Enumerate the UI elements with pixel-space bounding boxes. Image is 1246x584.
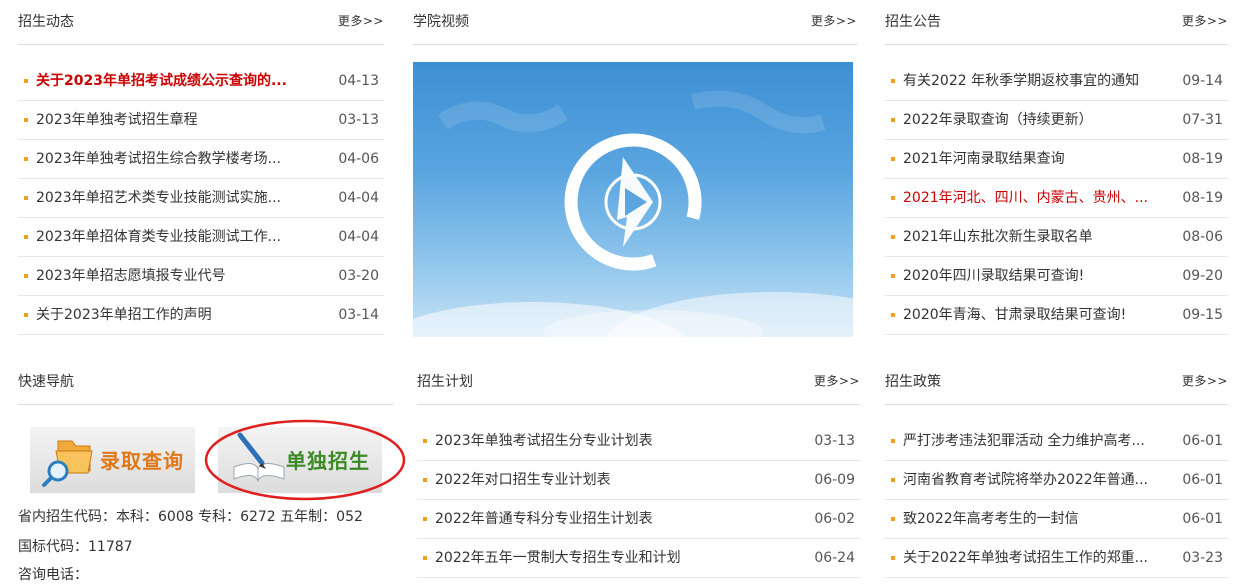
list-item[interactable]: 关于2022年单独考试招生工作的郑重... 03-23 [885,539,1228,578]
admission-notice-panel: 招生公告 更多>> 有关2022 年秋季学期返校事宜的通知 09-14 2022年… [885,0,1228,335]
panel-header: 招生计划 更多>> [417,360,860,405]
list-item[interactable]: 2020年青海、甘肃录取结果可查询! 09-15 [885,296,1228,335]
list-item[interactable]: 2022年普通专科分专业招生计划表 06-02 [417,500,860,539]
panel-header: 招生公告 更多>> [885,0,1228,45]
list-item[interactable]: 2023年单招体育类专业技能测试工作... 04-04 [18,218,384,257]
news-list: 2023年单独考试招生分专业计划表 03-13 2022年对口招生专业计划表 06-… [417,422,860,578]
bullet-icon [891,274,895,278]
panel-title: 学院视频 [413,14,469,30]
bullet-icon [891,478,895,482]
bullet-icon [891,157,895,161]
panel-header: 学院视频 更多>> [413,0,857,45]
list-item[interactable]: 河南省教育考试院将举办2022年普通... 06-01 [885,461,1228,500]
bullet-icon [891,517,895,521]
bullet-icon [891,79,895,83]
bullet-icon [24,157,28,161]
bullet-icon [891,439,895,443]
more-link[interactable]: 更多>> [338,12,384,29]
panel-title: 招生公告 [885,14,941,30]
list-item[interactable]: 2023年单招艺术类专业技能测试实施... 04-04 [18,179,384,218]
admission-code-text: 省内招生代码：本科：6008 专科：6272 五年制：052 [18,509,363,525]
list-item[interactable]: 2021年河南录取结果查询 08-19 [885,140,1228,179]
bullet-icon [24,313,28,317]
bullet-icon [24,196,28,200]
folder-search-icon [42,440,93,487]
bullet-icon [24,235,28,239]
list-item[interactable]: 2022年五年一贯制大专招生专业和计划 06-24 [417,539,860,578]
panel-title: 招生政策 [885,374,941,390]
news-list: 有关2022 年秋季学期返校事宜的通知 09-14 2022年录取查询（持续更新）… [885,62,1228,335]
national-code-text: 国标代码：11787 [18,539,133,555]
list-item[interactable]: 有关2022 年秋季学期返校事宜的通知 09-14 [885,62,1228,101]
bullet-icon [891,235,895,239]
admission-query-button[interactable]: 录取查询 [30,427,195,493]
bullet-icon [423,517,427,521]
admission-news-panel: 招生动态 更多>> 关于2023年单招考试成绩公示查询的... 04-13 202… [18,0,384,335]
panel-title: 快速导航 [18,374,74,390]
list-item[interactable]: 2023年单招志愿填报专业代号 03-20 [18,257,384,296]
bullet-icon [423,478,427,482]
list-item[interactable]: 2023年单独考试招生综合教学楼考场... 04-06 [18,140,384,179]
panel-header: 招生动态 更多>> [18,0,384,45]
list-item[interactable]: 严打涉考违法犯罪活动 全力维护高考... 06-01 [885,422,1228,461]
bullet-icon [24,118,28,122]
admission-plan-panel: 招生计划 更多>> 2023年单独考试招生分专业计划表 03-13 2022年对口… [417,360,860,578]
list-item[interactable]: 关于2023年单招工作的声明 03-14 [18,296,384,335]
admission-policy-panel: 招生政策 更多>> 严打涉考违法犯罪活动 全力维护高考... 06-01 河南省教… [885,360,1228,578]
list-item[interactable]: 关于2023年单招考试成绩公示查询的... 04-13 [18,62,384,101]
quick-nav-panel: 快速导航 [18,360,393,405]
admission-query-label: 录取查询 [100,449,184,473]
list-item[interactable]: 2022年录取查询（持续更新） 07-31 [885,101,1228,140]
more-link[interactable]: 更多>> [1182,372,1228,389]
news-list: 严打涉考违法犯罪活动 全力维护高考... 06-01 河南省教育考试院将举办202… [885,422,1228,578]
list-item[interactable]: 2023年单独考试招生分专业计划表 03-13 [417,422,860,461]
college-video-panel: 学院视频 更多>> [413,0,857,45]
more-link[interactable]: 更多>> [814,372,860,389]
panel-title: 招生计划 [417,374,473,390]
list-item[interactable]: 2023年单独考试招生章程 03-13 [18,101,384,140]
more-link[interactable]: 更多>> [811,12,857,29]
video-thumbnail [413,90,853,337]
video-player[interactable] [413,62,853,337]
news-list: 关于2023年单招考试成绩公示查询的... 04-13 2023年单独考试招生章程… [18,62,384,335]
highlight-circle-annotation [204,419,406,501]
bullet-icon [891,196,895,200]
list-item[interactable]: 2021年山东批次新生录取名单 08-06 [885,218,1228,257]
more-link[interactable]: 更多>> [1182,12,1228,29]
panel-title: 招生动态 [18,14,74,30]
bullet-icon [891,313,895,317]
list-item[interactable]: 致2022年高考考生的一封信 06-01 [885,500,1228,539]
panel-header: 招生政策 更多>> [885,360,1228,405]
list-item[interactable]: 2020年四川录取结果可查询! 09-20 [885,257,1228,296]
phone-label: 咨询电话： [18,567,88,583]
play-icon[interactable] [554,123,713,282]
bullet-icon [24,274,28,278]
panel-header: 快速导航 [18,360,393,405]
list-item[interactable]: 2021年河北、四川、内蒙古、贵州、... 08-19 [885,179,1228,218]
bullet-icon [891,556,895,560]
bullet-icon [423,439,427,443]
bullet-icon [24,79,28,83]
bullet-icon [891,118,895,122]
bullet-icon [423,556,427,560]
list-item[interactable]: 2022年对口招生专业计划表 06-09 [417,461,860,500]
